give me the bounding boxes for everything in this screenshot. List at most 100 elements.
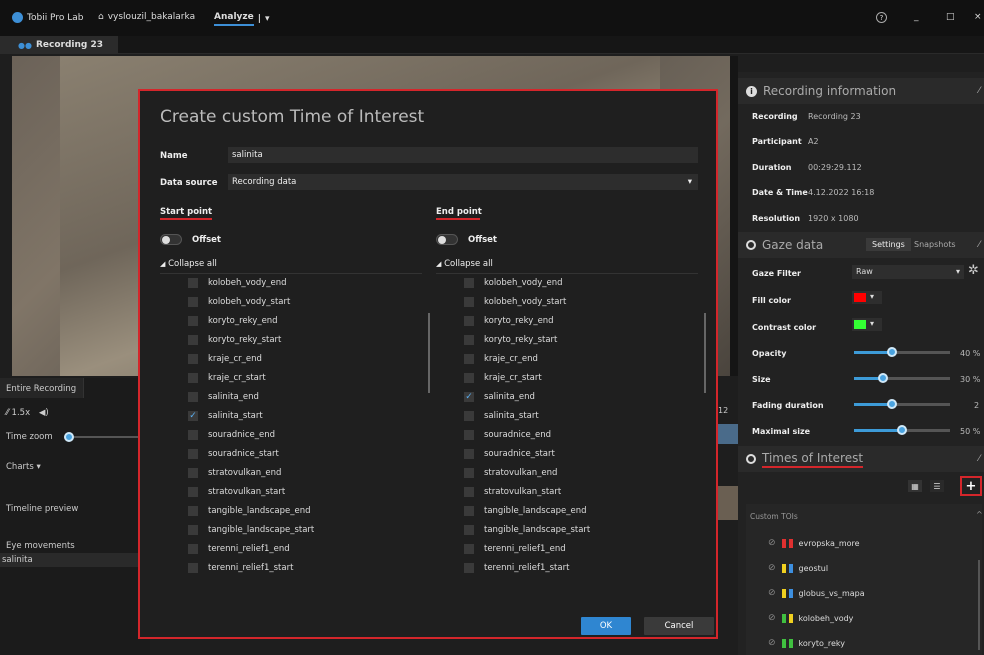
checkbox[interactable]: ✓ (188, 410, 198, 421)
checkbox[interactable] (464, 505, 474, 516)
project-breadcrumb[interactable]: ⌂ vyslouzil_bakalarka (98, 12, 195, 22)
checkbox[interactable] (464, 524, 474, 535)
salinita-row[interactable]: salinita (0, 553, 150, 567)
list-item[interactable]: koryto_reky_start (464, 330, 724, 349)
list-item[interactable]: stratovulkan_end (188, 463, 448, 482)
checkbox[interactable] (188, 562, 198, 573)
slider-knob[interactable] (887, 399, 898, 409)
time-zoom-knob[interactable] (64, 432, 74, 442)
list-item[interactable]: ✓ salinita_start (188, 406, 448, 425)
gear-icon[interactable]: ✲ (968, 263, 979, 278)
tab-entire-recording[interactable]: Entire Recording (0, 378, 84, 398)
start-list-scrollbar[interactable] (428, 313, 430, 393)
recording-info-header[interactable]: i Recording information ⁄ (738, 78, 984, 104)
list-item[interactable]: souradnice_end (464, 425, 724, 444)
chevron-up-icon[interactable]: ^ (976, 510, 983, 519)
checkbox[interactable] (464, 429, 474, 440)
checkbox[interactable] (464, 372, 474, 383)
checkbox[interactable] (464, 315, 474, 326)
slider-knob[interactable] (897, 425, 907, 435)
time-zoom-track[interactable] (64, 436, 144, 438)
eye-icon[interactable]: ⊘ (768, 538, 776, 548)
checkbox[interactable] (188, 429, 198, 440)
end-list-scrollbar[interactable] (704, 313, 706, 393)
list-item[interactable]: stratovulkan_start (188, 482, 448, 501)
start-offset-toggle[interactable] (160, 234, 182, 245)
checkbox[interactable] (188, 391, 198, 402)
toi-item[interactable]: ⊘ evropska_more (768, 538, 860, 548)
end-offset-toggle[interactable] (436, 234, 458, 245)
list-item[interactable]: koryto_reky_start (188, 330, 448, 349)
checkbox[interactable] (188, 334, 198, 345)
list-item[interactable]: terenni_relief1_start (464, 558, 724, 577)
toi-header[interactable]: Times of Interest ⁄ (738, 446, 984, 472)
list-item[interactable]: souradnice_start (188, 444, 448, 463)
checkbox[interactable] (464, 334, 474, 345)
checkbox[interactable] (464, 467, 474, 478)
checkbox[interactable] (464, 296, 474, 307)
list-item[interactable]: kolobeh_vody_end (188, 273, 448, 292)
slider-knob[interactable] (887, 347, 898, 357)
list-item[interactable]: stratovulkan_end (464, 463, 724, 482)
checkbox[interactable]: ✓ (464, 391, 474, 402)
slider-knob[interactable] (877, 373, 888, 383)
gaze-filter-select[interactable]: Raw ▾ (852, 265, 964, 279)
eye-icon[interactable]: ⊘ (768, 613, 776, 623)
eye-icon[interactable]: ⊘ (768, 638, 776, 648)
checkbox[interactable] (188, 524, 198, 535)
toi-item[interactable]: ⊘ geostul (768, 563, 828, 573)
list-item[interactable]: koryto_reky_end (464, 311, 724, 330)
toi-item[interactable]: ⊘ koryto_reky (768, 638, 845, 648)
list-view-icon[interactable]: ☰ (930, 480, 944, 492)
grid-view-icon[interactable]: ▦ (908, 480, 922, 492)
fill-color-picker[interactable]: ▾ (852, 291, 882, 304)
checkbox[interactable] (188, 277, 198, 288)
cancel-button[interactable]: Cancel (644, 617, 714, 635)
mode-selector[interactable]: Analyze | ▾ (214, 12, 270, 26)
checkbox[interactable] (188, 543, 198, 554)
checkbox[interactable] (188, 505, 198, 516)
list-item[interactable]: koryto_reky_end (188, 311, 448, 330)
list-item[interactable]: terenni_relief1_end (188, 539, 448, 558)
minimize-button[interactable]: _ (914, 12, 919, 22)
checkbox[interactable] (464, 486, 474, 497)
checkbox[interactable] (188, 486, 198, 497)
toi-item[interactable]: ⊘ globus_vs_mapa (768, 588, 865, 598)
list-item[interactable]: kolobeh_vody_start (464, 292, 724, 311)
toi-scrollbar[interactable] (978, 560, 980, 650)
eye-icon[interactable]: ⊘ (768, 588, 776, 598)
list-item[interactable]: salinita_end (188, 387, 448, 406)
list-item[interactable]: stratovulkan_start (464, 482, 724, 501)
list-item[interactable]: terenni_relief1_start (188, 558, 448, 577)
tab-settings[interactable]: Settings (866, 238, 911, 251)
list-item[interactable]: souradnice_start (464, 444, 724, 463)
checkbox[interactable] (464, 562, 474, 573)
end-collapse-all[interactable]: ◢ Collapse all (436, 259, 493, 269)
toi-item[interactable]: ⊘ kolobeh_vody (768, 613, 853, 623)
list-item[interactable]: kraje_cr_end (464, 349, 724, 368)
list-item[interactable]: terenni_relief1_end (464, 539, 724, 558)
list-item[interactable]: tangible_landscape_start (464, 520, 724, 539)
list-item[interactable]: souradnice_end (188, 425, 448, 444)
list-item[interactable]: ✓ salinita_end (464, 387, 724, 406)
checkbox[interactable] (188, 467, 198, 478)
add-toi-button[interactable]: + (960, 476, 982, 496)
collapse-icon[interactable]: ⁄ (978, 240, 980, 250)
checkbox[interactable] (188, 372, 198, 383)
checkbox[interactable] (464, 353, 474, 364)
list-item[interactable]: salinita_start (464, 406, 724, 425)
help-button[interactable]: ? (876, 12, 887, 23)
list-item[interactable]: kraje_cr_end (188, 349, 448, 368)
list-item[interactable]: tangible_landscape_end (464, 501, 724, 520)
name-input[interactable]: salinita (228, 147, 698, 163)
tab-recording[interactable]: ●● Recording 23 (0, 36, 118, 54)
ok-button[interactable]: OK (581, 617, 631, 635)
list-item[interactable]: tangible_landscape_start (188, 520, 448, 539)
list-item[interactable]: kolobeh_vody_end (464, 273, 724, 292)
list-item[interactable]: tangible_landscape_end (188, 501, 448, 520)
datasource-select[interactable]: Recording data ▾ (228, 174, 698, 190)
checkbox[interactable] (188, 353, 198, 364)
checkbox[interactable] (464, 543, 474, 554)
collapse-icon[interactable]: ⁄ (978, 454, 980, 464)
volume-icon[interactable]: ◀) (39, 408, 49, 418)
